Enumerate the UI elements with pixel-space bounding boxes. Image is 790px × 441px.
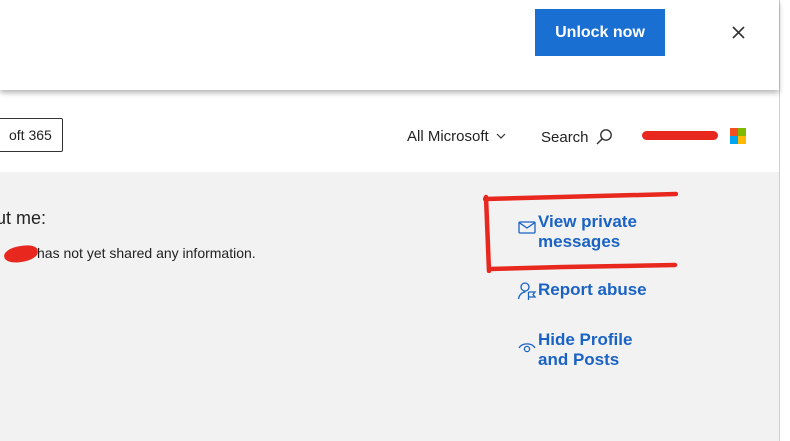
microsoft-logo-icon xyxy=(730,128,746,144)
view-private-messages-line1: View private xyxy=(538,212,637,231)
search-button[interactable]: Search xyxy=(541,128,613,146)
view-private-messages-link[interactable]: View private messages xyxy=(516,212,637,252)
view-private-messages-line2: messages xyxy=(538,232,621,251)
about-me-heading: ut me: xyxy=(0,208,47,228)
chevron-down-icon xyxy=(496,133,506,140)
profile-content: ut me: has not yet shared any informatio… xyxy=(0,172,779,441)
about-me-text: has not yet shared any information. xyxy=(37,245,256,261)
all-microsoft-menu[interactable]: All Microsoft xyxy=(407,128,506,145)
redacted-account-name xyxy=(642,131,718,140)
unlock-now-button[interactable]: Unlock now xyxy=(535,9,665,56)
all-microsoft-label: All Microsoft xyxy=(407,128,489,145)
upgrade-banner: Unlock now xyxy=(0,0,779,90)
hide-profile-and-posts-link[interactable]: Hide Profile and Posts xyxy=(516,330,632,370)
search-label: Search xyxy=(541,128,589,146)
microsoft-365-button[interactable]: oft 365 xyxy=(0,118,63,152)
report-user-icon xyxy=(516,281,538,301)
microsoft-365-label: oft 365 xyxy=(9,127,52,143)
redacted-username xyxy=(3,243,39,265)
report-abuse-label: Report abuse xyxy=(538,280,647,299)
search-icon xyxy=(595,128,613,146)
eye-icon xyxy=(516,341,538,353)
site-header: oft 365 All Microsoft Search xyxy=(0,92,779,172)
report-abuse-link[interactable]: Report abuse xyxy=(516,280,647,301)
hide-profile-line2: and Posts xyxy=(538,350,620,369)
hide-profile-line1: Hide Profile xyxy=(538,330,633,349)
close-icon[interactable] xyxy=(728,22,750,44)
window-right-border xyxy=(779,0,780,441)
envelope-icon xyxy=(516,221,538,234)
